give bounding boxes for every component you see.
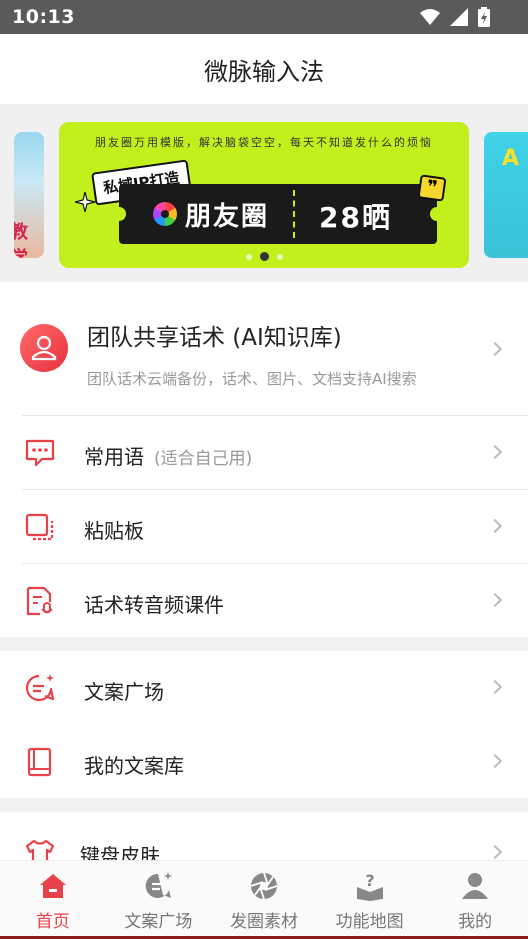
- banner-carousel[interactable]: 教学 朋友圈万用模版，解决脑袋空空，每天不知道发什么的烦恼 私域IP打造 朋友圈…: [0, 104, 528, 282]
- chevron-right-icon: [487, 444, 503, 460]
- home-icon: [39, 874, 66, 898]
- carousel-dot: [245, 253, 252, 260]
- team-scripts-row[interactable]: 团队共享话术 (AI知识库) 团队话术云端备份，话术、图片、文档支持AI搜索: [0, 282, 528, 415]
- copy-square-row[interactable]: 文案广场: [0, 651, 528, 725]
- chevron-right-icon: [487, 592, 503, 608]
- team-avatar-icon: [20, 324, 68, 372]
- team-scripts-title: 团队共享话术 (AI知识库): [87, 325, 342, 351]
- tab-moments-material[interactable]: 发圈素材: [211, 861, 317, 936]
- ticket-title: 朋友圈: [185, 202, 270, 232]
- audio-course-row[interactable]: 话术转音频课件: [0, 564, 528, 638]
- copy-square-label: 文案广场: [84, 680, 164, 704]
- chevron-right-icon: [487, 753, 503, 769]
- banner-main[interactable]: 朋友圈万用模版，解决脑袋空空，每天不知道发什么的烦恼 私域IP打造 朋友圈 28…: [59, 122, 469, 268]
- status-bar: 10:13: [0, 0, 528, 34]
- banner-prev-text: 教学: [14, 222, 28, 258]
- aperture-icon: [250, 872, 278, 900]
- chevron-right-icon: [487, 341, 503, 357]
- message-square-icon: [146, 872, 173, 898]
- aperture-icon: [153, 202, 177, 226]
- map-book-icon: ?: [356, 871, 383, 901]
- banner-next-card[interactable]: A: [484, 132, 528, 258]
- banner-next-text: A: [502, 146, 520, 171]
- feature-card-primary: 团队共享话术 (AI知识库) 团队话术云端备份，话术、图片、文档支持AI搜索 常…: [0, 282, 528, 637]
- chevron-right-icon: [487, 679, 503, 695]
- signal-icon: [450, 8, 468, 26]
- wifi-icon: [420, 9, 440, 25]
- user-icon: [462, 873, 489, 899]
- tab-moments-material-label: 发圈素材: [229, 912, 298, 932]
- tab-mine[interactable]: 我的: [422, 861, 528, 936]
- app-bar: 微脉输入法: [0, 34, 528, 104]
- svg-text:?: ?: [365, 871, 374, 890]
- battery-icon: [478, 7, 490, 27]
- chevron-right-icon: [487, 844, 503, 860]
- tab-copy-square-label: 文案广场: [124, 912, 193, 932]
- carousel-dot-active: [259, 252, 269, 261]
- ticket-days: 28晒: [319, 201, 392, 234]
- status-time: 10:13: [12, 6, 75, 28]
- banner-caption: 朋友圈万用模版，解决脑袋空空，每天不知道发什么的烦恼: [95, 136, 433, 149]
- clipboard-icon: [25, 513, 54, 541]
- page-title: 微脉输入法: [204, 57, 324, 86]
- audio-course-label: 话术转音频课件: [84, 593, 224, 617]
- team-scripts-subtitle: 团队话术云端备份，话术、图片、文档支持AI搜索: [87, 370, 417, 388]
- book-icon: [27, 747, 52, 777]
- my-copy-library-label: 我的文案库: [84, 754, 184, 778]
- tab-feature-map-label: 功能地图: [335, 912, 404, 932]
- common-phrases-label: 常用语 (适合自己用): [84, 445, 253, 469]
- message-square-icon: [25, 674, 55, 702]
- tab-home[interactable]: 首页: [0, 861, 106, 936]
- tab-mine-label: 我的: [458, 912, 493, 932]
- clipboard-label: 粘贴板: [84, 519, 144, 543]
- quote-icon: ❞: [417, 174, 447, 202]
- chat-bubble-icon: [25, 439, 55, 467]
- common-phrases-row[interactable]: 常用语 (适合自己用): [0, 416, 528, 490]
- carousel-dot: [276, 253, 283, 260]
- bottom-tab-bar: 首页 文案广场 发圈素材 ? 功能地图 我的: [0, 860, 528, 936]
- chevron-right-icon: [487, 518, 503, 534]
- audio-file-icon: [26, 586, 53, 616]
- common-phrases-hint: (适合自己用): [154, 449, 253, 469]
- tab-copy-square[interactable]: 文案广场: [106, 861, 212, 936]
- sparkle-icon: [75, 192, 95, 212]
- banner-prev-card[interactable]: 教学: [14, 132, 44, 258]
- clipboard-row[interactable]: 粘贴板: [0, 490, 528, 564]
- banner-ticket: 朋友圈 28晒: [112, 184, 444, 244]
- tab-home-label: 首页: [35, 912, 70, 932]
- carousel-indicator: [59, 252, 469, 261]
- feature-card-copywriting: 文案广场 我的文案库: [0, 651, 528, 798]
- my-copy-library-row[interactable]: 我的文案库: [0, 725, 528, 799]
- tab-feature-map[interactable]: ? 功能地图: [317, 861, 423, 936]
